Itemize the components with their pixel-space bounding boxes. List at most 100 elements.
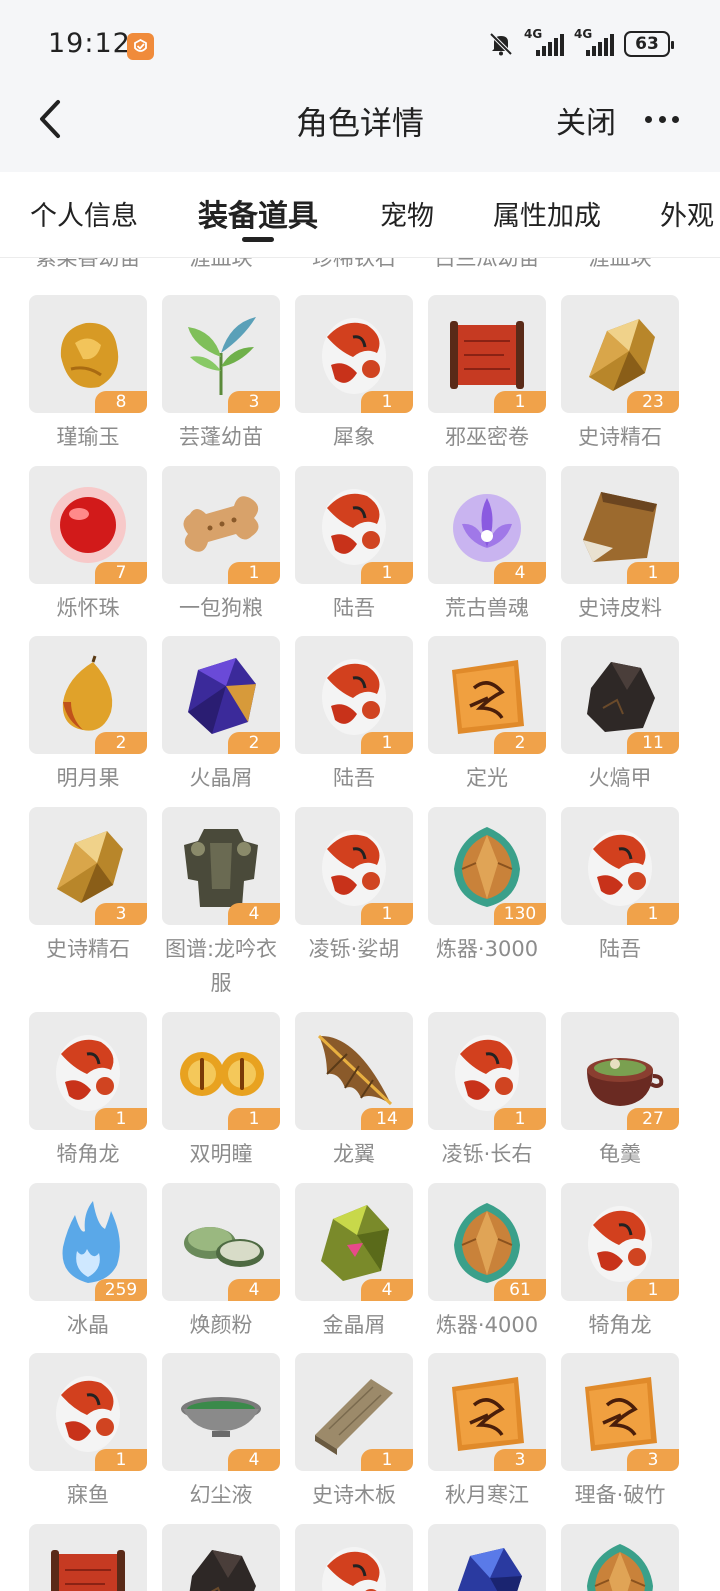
item-thumbnail: 1 xyxy=(162,466,280,584)
item-count-badge: 1 xyxy=(627,1279,679,1301)
item-name: 史诗精石 xyxy=(46,937,130,961)
cut-off-item-label: 珍稀铁石 xyxy=(312,258,396,270)
item-card[interactable]: 1 陆吾 xyxy=(295,636,413,795)
item-card[interactable]: 1 凌铄·长右 xyxy=(428,1012,546,1171)
item-card[interactable]: 259 冰晶 xyxy=(29,1183,147,1342)
item-name: 火晶屑 xyxy=(189,766,253,790)
item-card[interactable]: 1 陆吾 xyxy=(295,466,413,625)
item-count-badge: 14 xyxy=(361,1108,413,1130)
item-card[interactable]: 23 史诗精石 xyxy=(561,295,679,454)
item-card[interactable]: 1 犄角龙 xyxy=(29,1012,147,1171)
item-card[interactable] xyxy=(162,1524,280,1591)
powder-box-icon xyxy=(184,1227,264,1267)
herb-sprout-icon xyxy=(188,317,256,395)
tab-personal-info[interactable]: 个人信息 xyxy=(30,194,138,233)
close-button[interactable]: 关闭 xyxy=(556,98,616,142)
item-thumbnail xyxy=(295,1524,413,1591)
beast-egg-icon xyxy=(588,1206,652,1282)
tab-equipment[interactable]: 装备道具 xyxy=(198,191,318,235)
item-card[interactable]: 3 理备·破竹 xyxy=(561,1353,679,1512)
refine-gem-icon xyxy=(454,1203,520,1283)
item-card[interactable]: 2 定光 xyxy=(428,636,546,795)
item-card[interactable]: 14 龙翼 xyxy=(295,1012,413,1171)
cut-off-item-label: 涯血玦 xyxy=(588,258,652,270)
item-card[interactable]: 3 史诗精石 xyxy=(29,807,147,966)
beast-egg-icon xyxy=(322,659,386,735)
item-card[interactable]: 4 荒古兽魂 xyxy=(428,466,546,625)
item-card[interactable]: 27 龟羹 xyxy=(561,1012,679,1171)
item-name: 犄角龙 xyxy=(56,1142,120,1166)
item-name: 陆吾 xyxy=(333,596,375,620)
leather-icon xyxy=(583,492,657,562)
item-card[interactable]: 1 史诗木板 xyxy=(295,1353,413,1512)
item-name: 犄角龙 xyxy=(588,1313,652,1337)
beast-egg-icon xyxy=(56,1035,120,1111)
item-card[interactable]: 3 秋月寒江 xyxy=(428,1353,546,1512)
item-card[interactable]: 4 幻尘液 xyxy=(162,1353,280,1512)
item-card[interactable] xyxy=(561,1524,679,1591)
soup-pot-icon xyxy=(587,1058,664,1106)
item-card[interactable] xyxy=(428,1524,546,1591)
item-card[interactable]: 4 金晶屑 xyxy=(295,1183,413,1342)
active-tab-indicator xyxy=(242,237,274,242)
item-count-badge: 3 xyxy=(494,1449,546,1471)
item-name: 寐鱼 xyxy=(67,1483,109,1507)
item-card[interactable]: 1 双明瞳 xyxy=(162,1012,280,1171)
item-thumbnail: 1 xyxy=(428,295,546,413)
item-card[interactable]: 2 明月果 xyxy=(29,636,147,795)
tab-attribute-bonus[interactable]: 属性加成 xyxy=(493,194,601,233)
spirit-flower-icon xyxy=(453,494,521,562)
item-card[interactable]: 4 焕颜粉 xyxy=(162,1183,280,1342)
item-card[interactable]: 1 邪巫密卷 xyxy=(428,295,546,454)
tab-appearance[interactable]: 外观 xyxy=(660,194,714,233)
item-thumbnail: 4 xyxy=(295,1183,413,1301)
item-card[interactable]: 1 犄角龙 xyxy=(561,1183,679,1342)
item-card[interactable]: 1 凌铄·娑胡 xyxy=(295,807,413,966)
item-card[interactable]: 1 陆吾 xyxy=(561,807,679,966)
tab-pets[interactable]: 宠物 xyxy=(380,194,434,233)
item-count-badge: 1 xyxy=(361,562,413,584)
item-card[interactable]: 7 烁怀珠 xyxy=(29,466,147,625)
item-count-badge: 130 xyxy=(494,903,546,925)
item-thumbnail: 23 xyxy=(561,295,679,413)
item-thumbnail: 11 xyxy=(561,636,679,754)
item-card[interactable]: 3 芸蓬幼苗 xyxy=(162,295,280,454)
item-name: 史诗精石 xyxy=(578,425,662,449)
item-name: 图谱:龙吟衣服 xyxy=(164,937,278,995)
green-crystal-icon xyxy=(321,1205,389,1281)
item-card[interactable]: 11 火熇甲 xyxy=(561,636,679,795)
item-card[interactable]: 130 炼器·3000 xyxy=(428,807,546,966)
item-card[interactable]: 4 图谱:龙吟衣服 xyxy=(162,807,280,1000)
more-options-button[interactable] xyxy=(645,110,679,128)
item-count-badge: 3 xyxy=(95,903,147,925)
item-thumbnail: 2 xyxy=(428,636,546,754)
item-card[interactable]: 8 瑾瑜玉 xyxy=(29,295,147,454)
item-thumbnail: 4 xyxy=(162,807,280,925)
dragon-wing-icon xyxy=(317,1034,393,1106)
item-name: 火熇甲 xyxy=(588,766,652,790)
item-card[interactable]: 61 炼器·4000 xyxy=(428,1183,546,1342)
item-card[interactable]: 2 火晶屑 xyxy=(162,636,280,795)
item-count-badge: 1 xyxy=(494,391,546,413)
beast-egg-icon xyxy=(322,489,386,565)
item-count-badge: 8 xyxy=(95,391,147,413)
item-thumbnail: 3 xyxy=(162,295,280,413)
item-card[interactable]: 1 犀象 xyxy=(295,295,413,454)
item-card[interactable] xyxy=(295,1524,413,1591)
item-thumbnail: 1 xyxy=(29,1353,147,1471)
item-thumbnail: 1 xyxy=(561,807,679,925)
item-card[interactable]: 1 寐鱼 xyxy=(29,1353,147,1512)
item-name: 明月果 xyxy=(56,766,120,790)
item-name: 烁怀珠 xyxy=(56,596,120,620)
item-name: 龟羹 xyxy=(599,1142,641,1166)
item-card[interactable] xyxy=(29,1524,147,1591)
gold-ore-icon xyxy=(57,831,123,903)
item-thumbnail: 259 xyxy=(29,1183,147,1301)
item-card[interactable]: 1 史诗皮料 xyxy=(561,466,679,625)
item-grid[interactable]: 紫染香幼苗 涯血玦 珍稀铁石 白兰瓜幼苗 涯血玦 8 瑾瑜玉 3 芸蓬幼苗 1 犀象 1 邪巫… xyxy=(0,258,720,1591)
mute-bell-icon xyxy=(489,32,513,56)
item-name: 陆吾 xyxy=(599,937,641,961)
refine-gem-icon xyxy=(454,827,520,907)
item-thumbnail: 7 xyxy=(29,466,147,584)
item-card[interactable]: 1 一包狗粮 xyxy=(162,466,280,625)
